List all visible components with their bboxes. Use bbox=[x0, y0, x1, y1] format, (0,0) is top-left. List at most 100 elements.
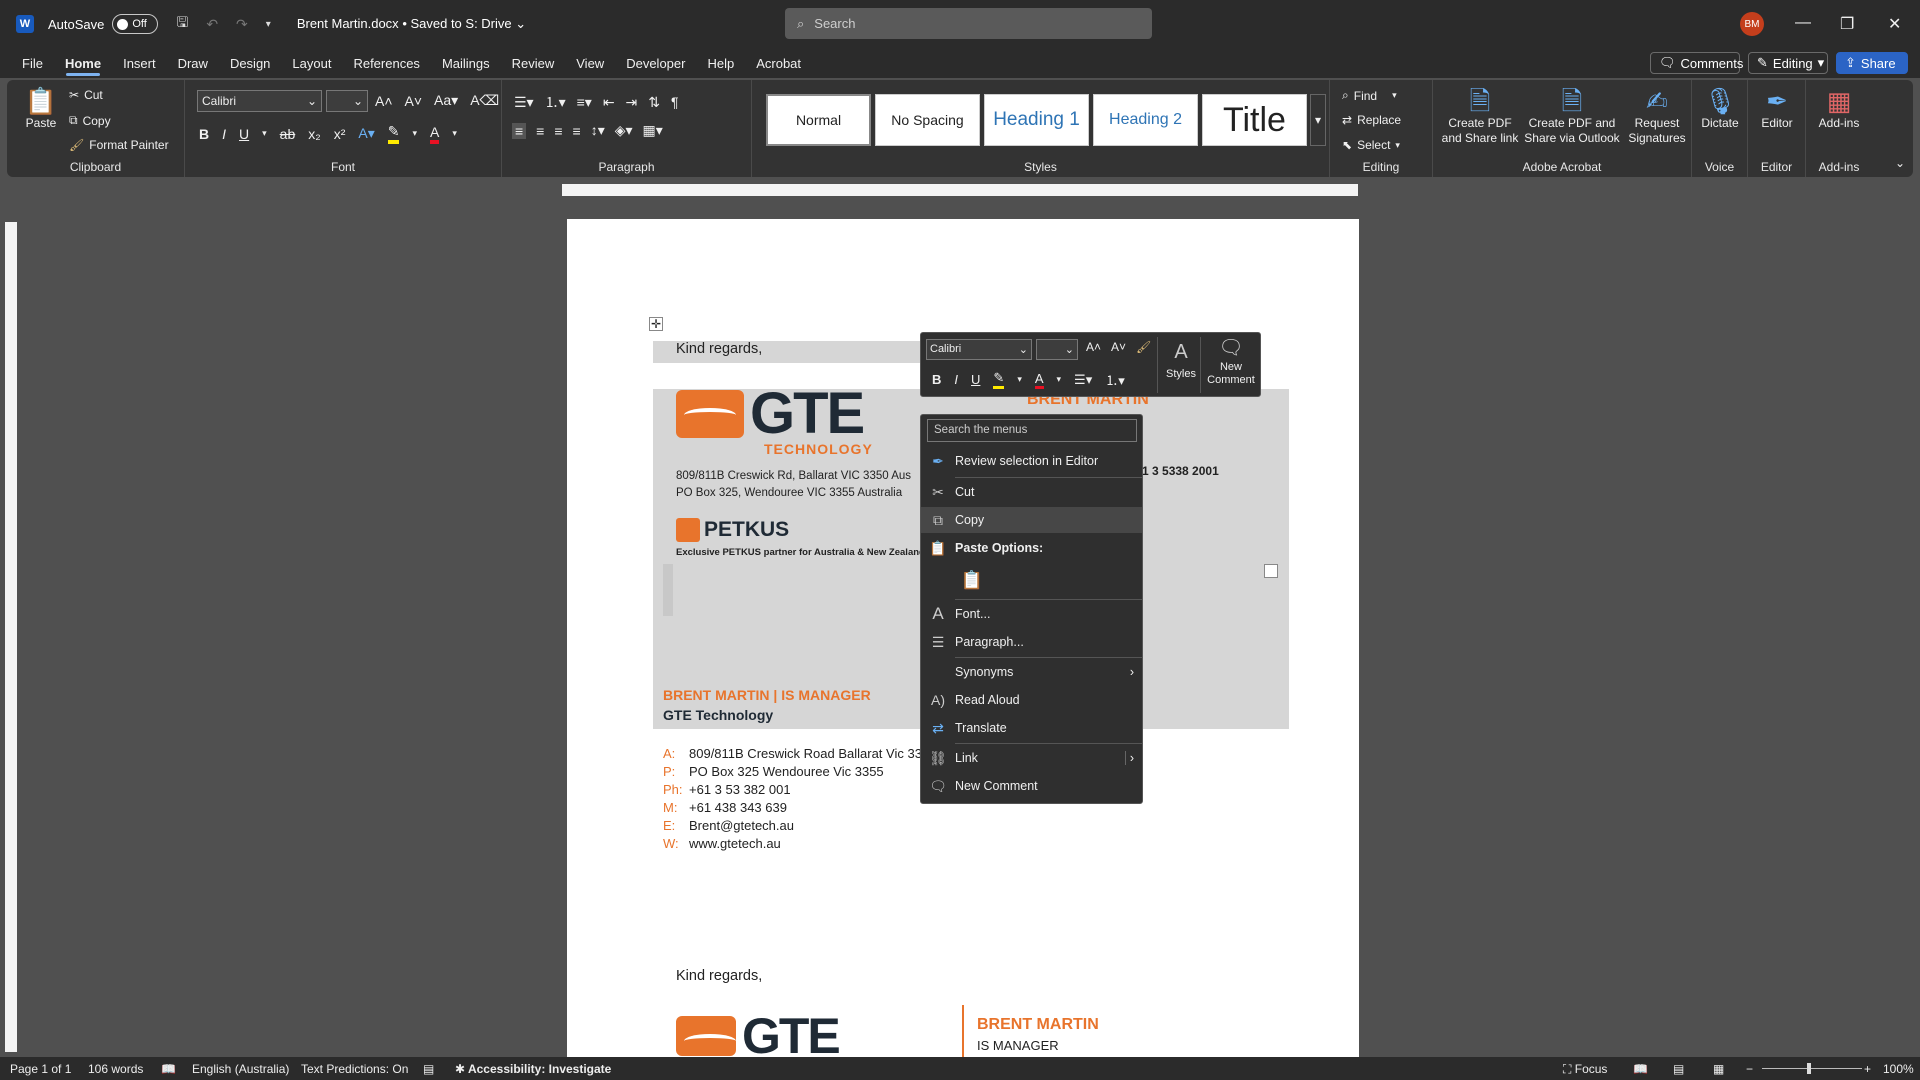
highlight-icon[interactable]: ✎ bbox=[993, 370, 1005, 389]
table-resize-handle[interactable] bbox=[1264, 564, 1278, 578]
replace-button[interactable]: ⇄ Replace bbox=[1342, 113, 1401, 127]
mini-styles-button[interactable]: A Styles bbox=[1161, 337, 1201, 382]
shrink-font-icon[interactable]: A˅ bbox=[1111, 340, 1126, 354]
find-button[interactable]: ⌕ Find ▾ bbox=[1342, 88, 1397, 103]
restore-icon[interactable]: ❐ bbox=[1840, 14, 1854, 34]
copy-item[interactable]: ⧉ Copy bbox=[921, 507, 1142, 533]
format-painter-icon[interactable]: 🖌 bbox=[1136, 340, 1151, 354]
comments-button[interactable]: 🗨 Comments bbox=[1650, 52, 1743, 74]
close-icon[interactable]: ✕ bbox=[1888, 14, 1901, 34]
link-item[interactable]: ⛓ Link › bbox=[921, 745, 1142, 771]
print-layout-icon[interactable]: ▤ bbox=[1673, 1062, 1684, 1076]
font-item[interactable]: A Font... bbox=[921, 601, 1142, 627]
paragraph-item[interactable]: ☰ Paragraph... bbox=[921, 629, 1142, 655]
mini-size-select[interactable]: ⌄ bbox=[1036, 339, 1078, 360]
tab-help[interactable]: Help bbox=[696, 48, 745, 78]
multilevel-list-icon[interactable]: ≡▾ bbox=[577, 94, 592, 111]
paste-button[interactable]: 📋 Paste bbox=[21, 86, 61, 131]
chevron-down-icon[interactable]: ▾ bbox=[412, 128, 417, 139]
editor-button[interactable]: ✒ Editor bbox=[1752, 86, 1802, 131]
underline-icon[interactable]: U bbox=[971, 372, 980, 387]
strikethrough-icon[interactable]: ab bbox=[280, 126, 296, 142]
tab-home[interactable]: Home bbox=[54, 48, 112, 78]
underline-icon[interactable]: U bbox=[239, 126, 249, 142]
show-marks-icon[interactable]: ¶ bbox=[671, 94, 679, 110]
web-layout-icon[interactable]: ▦ bbox=[1713, 1062, 1724, 1076]
zoom-slider-thumb[interactable] bbox=[1807, 1063, 1811, 1074]
justify-icon[interactable]: ≡ bbox=[573, 123, 581, 139]
share-button[interactable]: ⇪ Share bbox=[1836, 52, 1908, 74]
read-mode-icon[interactable]: 📖 bbox=[1633, 1062, 1648, 1076]
editing-mode-button[interactable]: ✎ Editing ▾ bbox=[1748, 52, 1828, 74]
addins-button[interactable]: ▦ Add-ins bbox=[1810, 86, 1868, 131]
table-move-handle-icon[interactable]: ✛ bbox=[649, 317, 663, 331]
page-count[interactable]: Page 1 of 1 bbox=[10, 1062, 71, 1076]
sort-icon[interactable]: ⇅ bbox=[648, 94, 660, 111]
tab-draw[interactable]: Draw bbox=[167, 48, 219, 78]
avatar[interactable]: BM bbox=[1740, 12, 1764, 36]
zoom-out-icon[interactable]: − bbox=[1746, 1062, 1753, 1076]
collapse-ribbon-icon[interactable]: ⌄ bbox=[1895, 156, 1905, 170]
create-pdf-share-link-button[interactable]: 🗎 Create PDF and Share link bbox=[1441, 86, 1519, 146]
mini-font-select[interactable]: Calibri ⌄ bbox=[926, 339, 1032, 360]
grow-font-icon[interactable]: A˄ bbox=[375, 93, 393, 109]
chevron-down-icon[interactable]: ▾ bbox=[1017, 374, 1022, 385]
chevron-down-icon[interactable]: ▾ bbox=[452, 128, 457, 139]
word-count[interactable]: 106 words bbox=[88, 1062, 143, 1076]
tab-file[interactable]: File bbox=[11, 48, 54, 78]
shading-icon[interactable]: ◈▾ bbox=[615, 122, 633, 139]
bullets-icon[interactable]: ☰▾ bbox=[1074, 372, 1092, 388]
style-title[interactable]: Title bbox=[1202, 94, 1307, 146]
borders-icon[interactable]: ▦▾ bbox=[643, 122, 663, 139]
request-signatures-button[interactable]: ✍ Request Signatures bbox=[1625, 86, 1689, 146]
new-comment-item[interactable]: 🗨 New Comment bbox=[921, 773, 1142, 799]
undo-icon[interactable]: ↶ bbox=[206, 16, 218, 33]
bullets-icon[interactable]: ☰▾ bbox=[514, 94, 534, 111]
subscript-icon[interactable]: x₂ bbox=[308, 126, 320, 142]
style-heading-2[interactable]: Heading 2 bbox=[1093, 94, 1198, 146]
horizontal-ruler[interactable] bbox=[562, 184, 1358, 196]
cut-item[interactable]: ✂ Cut bbox=[921, 479, 1142, 505]
chevron-down-icon[interactable]: ▾ bbox=[262, 128, 267, 139]
shrink-font-icon[interactable]: A˅ bbox=[405, 93, 423, 109]
accessibility-status[interactable]: ✱ Accessibility: Investigate bbox=[455, 1062, 611, 1076]
align-center-icon[interactable]: ≡ bbox=[536, 123, 544, 139]
format-painter-button[interactable]: 🖌 Format Painter bbox=[69, 138, 169, 152]
italic-icon[interactable]: I bbox=[222, 126, 226, 142]
zoom-level[interactable]: 100% bbox=[1883, 1062, 1914, 1076]
document-title[interactable]: Brent Martin.docx • Saved to S: Drive ⌄ bbox=[297, 16, 526, 32]
customize-qat-icon[interactable]: ▾ bbox=[266, 19, 271, 30]
language-indicator[interactable]: English (Australia) bbox=[192, 1062, 289, 1076]
translate-item[interactable]: ⇄ Translate bbox=[921, 715, 1142, 741]
italic-icon[interactable]: I bbox=[954, 372, 958, 387]
search-input[interactable]: ⌕ Search bbox=[785, 8, 1152, 39]
save-icon[interactable]: 🖫 bbox=[176, 12, 188, 36]
review-in-editor-item[interactable]: ✒ Review selection in Editor bbox=[921, 448, 1142, 474]
numbering-icon[interactable]: ⒈▾ bbox=[1105, 370, 1125, 389]
select-button[interactable]: ⬉ Select ▾ bbox=[1342, 138, 1400, 152]
line-spacing-icon[interactable]: ↕▾ bbox=[591, 122, 605, 139]
proofing-icon[interactable]: 📖 bbox=[161, 1062, 176, 1076]
font-color-icon[interactable]: A bbox=[1034, 371, 1044, 389]
style-heading-1[interactable]: Heading 1 bbox=[984, 94, 1089, 146]
tab-view[interactable]: View bbox=[565, 48, 615, 78]
grow-font-icon[interactable]: A˄ bbox=[1086, 340, 1101, 354]
autosave-toggle[interactable]: Off bbox=[112, 14, 159, 34]
font-color-icon[interactable]: A bbox=[430, 124, 440, 144]
zoom-in-icon[interactable]: + bbox=[1864, 1062, 1871, 1076]
font-size-select[interactable]: ⌄ bbox=[326, 90, 368, 112]
mini-new-comment-button[interactable]: 🗨 New Comment bbox=[1203, 335, 1259, 387]
tab-design[interactable]: Design bbox=[219, 48, 281, 78]
chevron-down-icon[interactable]: ▾ bbox=[1057, 374, 1062, 385]
minimize-icon[interactable]: — bbox=[1795, 14, 1811, 32]
tab-acrobat[interactable]: Acrobat bbox=[745, 48, 812, 78]
style-normal[interactable]: Normal bbox=[766, 94, 871, 146]
tab-developer[interactable]: Developer bbox=[615, 48, 696, 78]
align-left-icon[interactable]: ≡ bbox=[512, 122, 527, 139]
increase-indent-icon[interactable]: ⇥ bbox=[626, 94, 638, 111]
decrease-indent-icon[interactable]: ⇤ bbox=[603, 94, 615, 111]
tab-insert[interactable]: Insert bbox=[112, 48, 167, 78]
styles-gallery-more[interactable]: ▾ bbox=[1310, 94, 1326, 146]
highlight-icon[interactable]: ✎ bbox=[387, 123, 400, 144]
bold-icon[interactable]: B bbox=[932, 372, 941, 387]
